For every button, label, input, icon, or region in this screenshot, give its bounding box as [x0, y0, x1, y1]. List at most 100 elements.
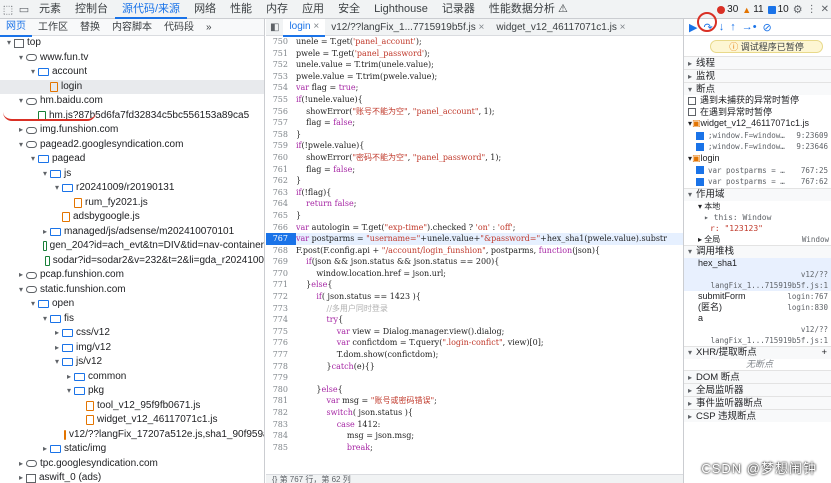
code-line[interactable]: 775 var view = Dialog.manager.view().dia… — [266, 326, 683, 338]
line-number[interactable]: 753 — [266, 71, 296, 83]
tree-item[interactable]: ▸ img/v12 — [0, 341, 264, 356]
code-line[interactable]: 773 //多用户同时登录 — [266, 303, 683, 315]
section-threads[interactable]: ▸ 线程 — [684, 56, 831, 69]
navigator-tab[interactable]: 内容脚本 — [106, 19, 158, 36]
section-global-listeners[interactable]: ▸ 全局监听器 — [684, 383, 831, 397]
tree-item[interactable]: ▾ js/v12 — [0, 355, 264, 370]
tab-item[interactable]: 源代码/来源 — [115, 0, 188, 19]
checkbox[interactable] — [696, 166, 704, 175]
code-line[interactable]: 754 var flag = true; — [266, 82, 683, 94]
code-line[interactable]: 764 return false; — [266, 198, 683, 210]
section-event-listeners[interactable]: ▸ 事件监听器断点 — [684, 396, 831, 410]
collapse-icon[interactable]: ▾ — [40, 312, 50, 327]
section-csp[interactable]: ▸ CSP 违规断点 — [684, 409, 831, 423]
tree-item[interactable]: sodar?id=sodar2&v=232&t=2&li=gda_r202410… — [0, 254, 264, 269]
line-number[interactable]: 759 — [266, 140, 296, 152]
code-line[interactable]: 767 var postparms = "username="+unele.val… — [266, 233, 683, 245]
device-toggle-icon[interactable]: ▭ — [16, 1, 32, 17]
code-line[interactable]: 753 pwele.value = T.trim(pwele.value); — [266, 71, 683, 83]
line-number[interactable]: 776 — [266, 337, 296, 349]
code-line[interactable]: 751 pwele = T.get('panel_password'); — [266, 48, 683, 60]
tab-item[interactable]: 元素 — [32, 0, 68, 19]
line-number[interactable]: 780 — [266, 384, 296, 396]
tree-item[interactable]: v12/??langFix_17207a512e.js,sha1_90f959a… — [0, 428, 264, 443]
tree-item[interactable]: login — [0, 79, 264, 94]
collapse-icon[interactable]: ▾ — [4, 36, 14, 51]
code-lines[interactable]: 750 unele = T.get('panel_account'); 751 pwe… — [266, 36, 683, 453]
line-number[interactable]: 781 — [266, 395, 296, 407]
code-line[interactable]: 777 T.dom.show(confictdom); — [266, 349, 683, 361]
pause-uncaught-option[interactable]: 遇到未捕获的异常时暂停 — [684, 95, 831, 107]
section-scope[interactable]: ▾ 作用域 — [684, 187, 831, 201]
tree-item[interactable]: ▾ r20241009/r20190131 — [0, 181, 264, 196]
expand-icon[interactable]: ▸ — [16, 123, 26, 138]
collapse-icon[interactable]: ▾ — [16, 51, 26, 66]
tree-item[interactable]: ▾ www.fun.tv — [0, 51, 264, 66]
line-number[interactable]: 773 — [266, 303, 296, 315]
code-line[interactable]: 752 unele.value = T.trim(unele.value); — [266, 59, 683, 71]
line-number[interactable]: 761 — [266, 164, 296, 176]
line-number[interactable]: 767 — [266, 233, 296, 245]
tree-item[interactable]: ▸ tpc.googlesyndication.com — [0, 457, 264, 472]
code-line[interactable]: 774 try{ — [266, 314, 683, 326]
expand-icon[interactable]: ▸ — [16, 471, 26, 483]
expand-icon[interactable]: ▸ — [16, 457, 26, 472]
tree-item[interactable]: adsbygoogle.js — [0, 210, 264, 225]
tab-item[interactable]: 安全 — [331, 0, 367, 19]
stack-frame[interactable]: a v12/??langFix_1...715919b5f.js:1 — [684, 313, 831, 346]
tree-item[interactable]: ▾ js — [0, 167, 264, 182]
step-into-icon[interactable]: ↓ — [719, 21, 725, 33]
code-line[interactable]: 757 flag = false; — [266, 117, 683, 129]
line-number[interactable]: 785 — [266, 442, 296, 454]
more-icon[interactable]: ⋮ — [807, 4, 817, 15]
close-icon[interactable]: ✕ — [821, 4, 829, 15]
line-number[interactable]: 783 — [266, 419, 296, 431]
code-line[interactable]: 750 unele = T.get('panel_account'); — [266, 36, 683, 48]
tree-item[interactable]: ▸ img.funshion.com — [0, 123, 264, 138]
collapse-icon[interactable]: ▾ — [16, 138, 26, 153]
checkbox[interactable] — [696, 177, 704, 186]
line-number[interactable]: 752 — [266, 59, 296, 71]
issue-counts[interactable]: 30 ▲ 11 10 ⚙ ⋮ ✕ — [717, 0, 829, 19]
tree-item[interactable]: ▸ common — [0, 370, 264, 385]
pause-caught-option[interactable]: 在遇到异常时暂停 — [684, 107, 831, 119]
breakpoint-item[interactable]: ;window.F=window… 9:23609 — [684, 130, 831, 142]
section-breakpoints[interactable]: ▾ 断点 — [684, 82, 831, 95]
tab-item[interactable]: 记录器 — [435, 0, 482, 19]
scope-local[interactable]: ▾ 本地 — [684, 201, 831, 212]
line-number[interactable]: 770 — [266, 268, 296, 280]
expand-icon[interactable]: ▸ — [64, 370, 74, 385]
line-number[interactable]: 765 — [266, 210, 296, 222]
line-number[interactable]: 768 — [266, 245, 296, 257]
close-icon[interactable]: × — [311, 21, 319, 32]
tree-item[interactable]: ▾ top — [0, 36, 264, 51]
code-line[interactable]: 779 — [266, 372, 683, 384]
collapse-icon[interactable]: ▾ — [64, 384, 74, 399]
line-number[interactable]: 777 — [266, 349, 296, 361]
navigator-tab[interactable]: 替换 — [74, 19, 106, 36]
tree-item[interactable]: ▸ static/img — [0, 442, 264, 457]
step-out-icon[interactable]: ↑ — [730, 21, 736, 33]
line-number[interactable]: 782 — [266, 407, 296, 419]
code-line[interactable]: 778 }catch(e){} — [266, 361, 683, 373]
line-number[interactable]: 757 — [266, 117, 296, 129]
add-icon[interactable]: + — [821, 346, 827, 359]
checkbox[interactable] — [688, 108, 696, 117]
scope-this[interactable]: ▸ this: Window — [684, 212, 831, 223]
tree-item[interactable]: widget_v12_46117071c1.js — [0, 413, 264, 428]
section-callstack[interactable]: ▾ 调用堆栈 — [684, 244, 831, 258]
expand-icon[interactable]: ▸ — [52, 326, 62, 341]
code-line[interactable]: 783 case 1412: — [266, 419, 683, 431]
line-number[interactable]: 754 — [266, 82, 296, 94]
line-number[interactable]: 771 — [266, 279, 296, 291]
code-line[interactable]: 769 if(json && json.status && json.statu… — [266, 256, 683, 268]
tree-item[interactable]: rum_fy2021.js — [0, 196, 264, 211]
tree-item[interactable]: ▸ managed/js/adsense/m202410070101 — [0, 225, 264, 240]
section-xhr[interactable]: ▾ XHR/提取断点 + — [684, 345, 831, 359]
code-line[interactable]: 771 }else{ — [266, 279, 683, 291]
tab-item[interactable]: Lighthouse — [367, 0, 435, 19]
collapse-icon[interactable]: ▾ — [52, 355, 62, 370]
code-line[interactable]: 776 var confictdom = T.query(".login-con… — [266, 337, 683, 349]
breakpoint-file[interactable]: ▾ ▣ login — [684, 153, 831, 165]
stack-frame[interactable]: (匿名) login:830 — [684, 302, 831, 313]
